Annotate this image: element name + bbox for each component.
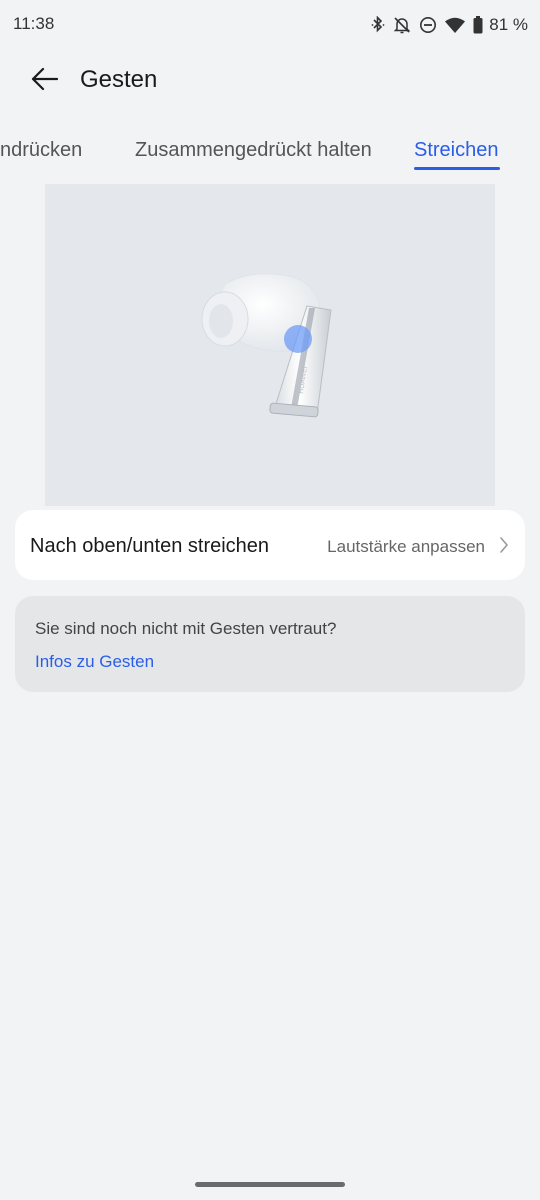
app-header: Gesten (0, 50, 540, 112)
status-bar: 11:38 81 % (0, 0, 540, 50)
arrow-left-icon (30, 67, 59, 96)
back-button[interactable] (24, 64, 64, 98)
battery-icon (473, 16, 483, 34)
earbud-image: HUAWEI (201, 273, 332, 418)
swipe-setting-row[interactable]: Nach oben/unten streichen Lautstärke anp… (15, 510, 525, 580)
battery-percent: 81 % (489, 15, 528, 34)
bluetooth-icon (371, 16, 385, 34)
mute-bell-icon (393, 16, 411, 34)
chevron-right-icon (499, 536, 509, 559)
home-indicator[interactable] (195, 1182, 345, 1187)
status-icons: 81 % (371, 12, 528, 38)
active-tab-indicator (414, 167, 500, 170)
tab-streichen[interactable]: Streichen (414, 139, 499, 162)
wifi-icon (445, 17, 466, 33)
page-title: Gesten (80, 66, 158, 93)
setting-label: Nach oben/unten streichen (30, 535, 270, 557)
status-time: 11:38 (13, 14, 55, 33)
tab-zusammendruecken[interactable]: ndrücken (0, 139, 82, 162)
gesture-info-link[interactable]: Infos zu Gesten (35, 652, 154, 672)
gesture-tabs: ndrücken Zusammengedrückt halten Streich… (0, 126, 540, 176)
gesture-info-card: Sie sind noch nicht mit Gesten vertraut?… (15, 596, 525, 692)
info-text: Sie sind noch nicht mit Gesten vertraut? (35, 619, 337, 638)
earbud-illustration: HUAWEI (45, 184, 495, 506)
do-not-disturb-icon (419, 16, 437, 34)
tab-zusammengedrueckt-halten[interactable]: Zusammengedrückt halten (135, 139, 372, 162)
setting-value: Lautstärke anpassen (327, 537, 485, 556)
